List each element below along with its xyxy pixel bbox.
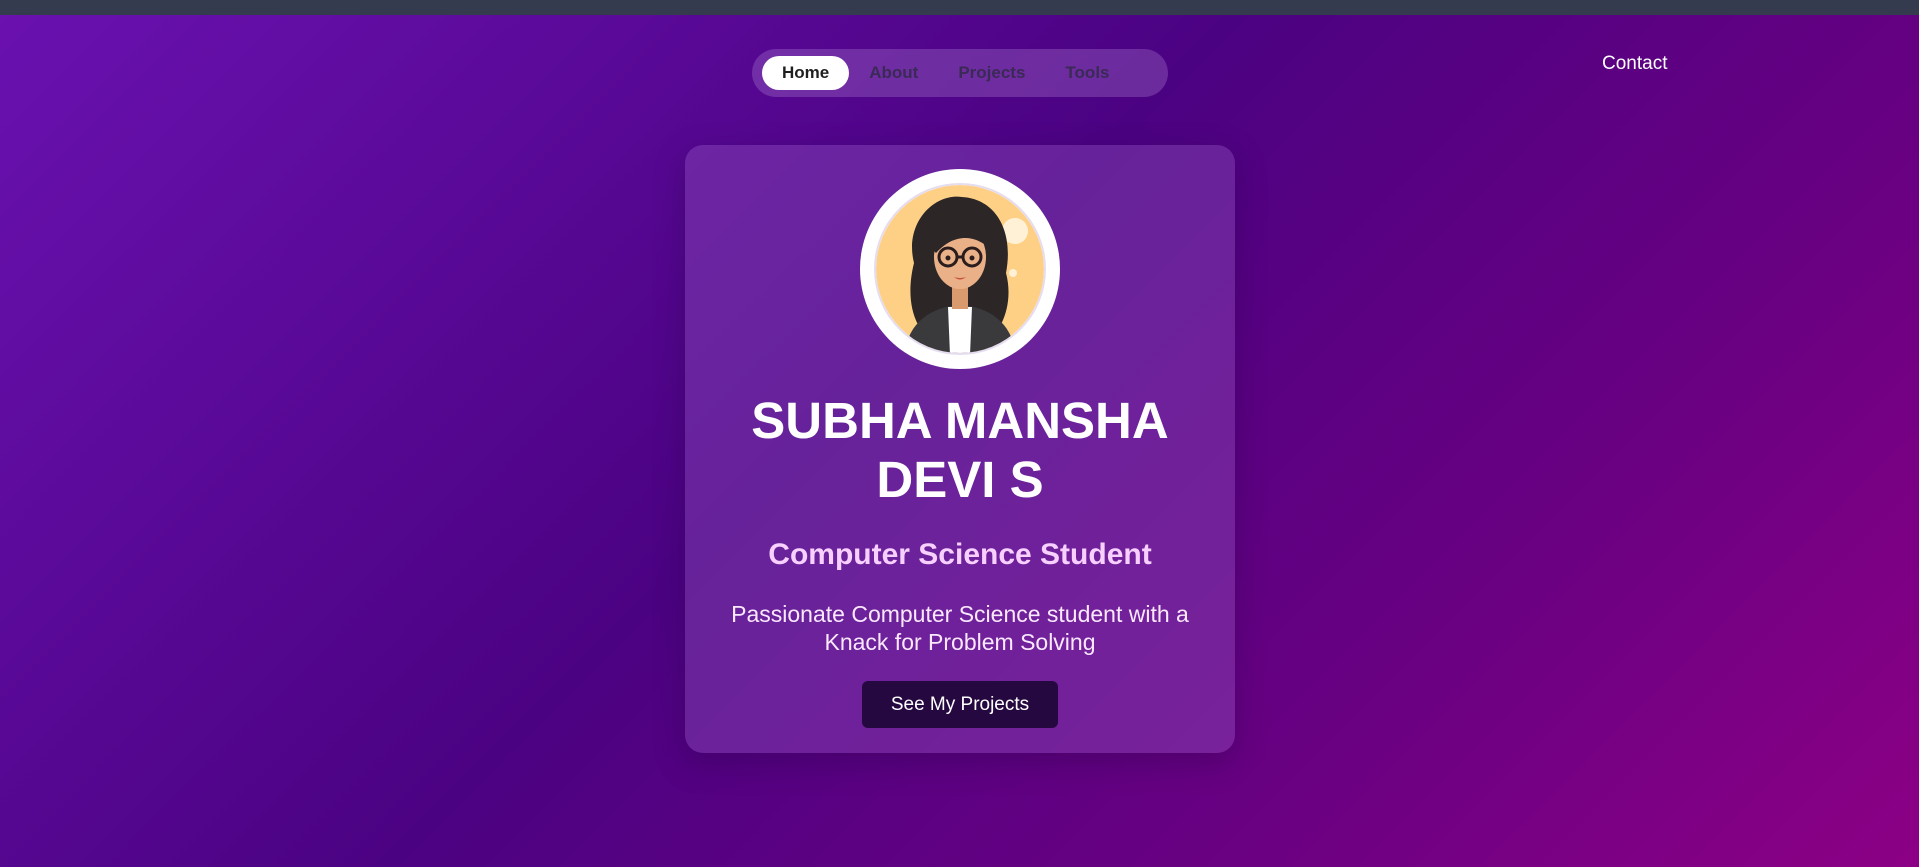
profile-name: SUBHA MANSHA DEVI S (685, 391, 1235, 509)
nav-item-projects[interactable]: Projects (938, 56, 1045, 90)
tagline-line1: Passionate Computer Science student with… (731, 601, 1189, 627)
profile-role: Computer Science Student (768, 538, 1152, 571)
main-nav: Home About Projects Tools (752, 49, 1168, 97)
profile-name-line2: DEVI S (876, 451, 1044, 508)
profile-illustration-icon (874, 183, 1046, 355)
nav-item-tools[interactable]: Tools (1045, 56, 1129, 90)
nav-item-about[interactable]: About (849, 56, 938, 90)
contact-link[interactable]: Contact (1602, 53, 1667, 75)
top-bar (0, 0, 1919, 15)
profile-tagline: Passionate Computer Science student with… (715, 600, 1205, 656)
profile-card: SUBHA MANSHA DEVI S Computer Science Stu… (685, 145, 1235, 753)
nav-item-home[interactable]: Home (762, 56, 850, 90)
profile-name-line1: SUBHA MANSHA (751, 392, 1169, 449)
tagline-line2: Knack for Problem Solving (824, 629, 1096, 655)
avatar (860, 169, 1060, 369)
see-my-projects-button[interactable]: See My Projects (862, 681, 1058, 728)
